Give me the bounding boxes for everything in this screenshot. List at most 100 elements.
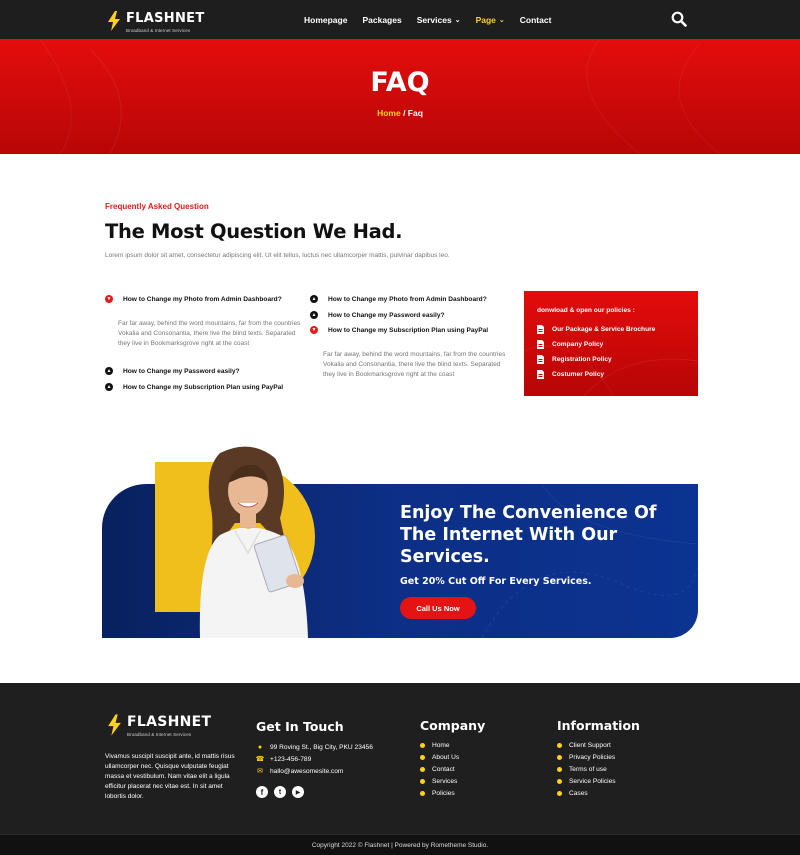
pdf-file-icon — [537, 325, 544, 334]
breadcrumb-home-link[interactable]: Home — [377, 108, 401, 118]
woman-with-tablet-illustration — [199, 446, 308, 638]
brand-tagline: Broadband & Internet Services — [126, 28, 191, 33]
envelope-icon: ✉ — [257, 768, 263, 775]
chevron-down-circle-icon: ▼ — [310, 326, 318, 334]
footer-link-label: Privacy Policies — [569, 754, 616, 761]
faq-question-label: How to Change my Photo from Admin Dashbo… — [328, 295, 487, 303]
policy-link-company[interactable]: Company Policy — [537, 340, 603, 349]
chevron-up-circle-icon: ▲ — [310, 311, 318, 319]
chevron-down-circle-icon: ▼ — [105, 295, 113, 303]
menu-item-services[interactable]: Services ⌄ — [417, 15, 461, 25]
footer-address: ● 99 Roving St., Big City, PKU 23456 — [256, 743, 373, 751]
menu-item-label: Page — [475, 14, 496, 25]
breadcrumb-current: Faq — [407, 108, 423, 118]
call-us-button[interactable]: Call Us Now — [400, 597, 476, 619]
faq-question-left-2[interactable]: ▲ How to Change my Password easily? — [105, 367, 240, 375]
policy-box-title: donwload & open our policies : — [537, 307, 635, 314]
menu-item-page[interactable]: Page ⌄ — [476, 15, 505, 25]
footer-email[interactable]: ✉ hallo@awesomesite.com — [256, 767, 344, 776]
chevron-down-icon: ⌄ — [498, 16, 505, 24]
bullet-dot — [557, 743, 562, 748]
footer-link-label: Contact — [432, 766, 455, 773]
location-pin-icon: ● — [257, 743, 263, 751]
footer-link-service-policies[interactable]: Service Policies — [557, 778, 616, 785]
bullet-dot — [420, 755, 425, 760]
bullet-dot — [557, 779, 562, 784]
faq-question-label: How to Change my Subscription Plan using… — [328, 326, 489, 334]
brand-name: FLASHNET — [126, 11, 205, 26]
footer-link-contact[interactable]: Contact — [420, 766, 455, 773]
menu-item-label: Homepage — [304, 14, 348, 25]
faq-answer-right-3: Far far away, behind the word mountains,… — [323, 351, 506, 378]
menu-item-label: Contact — [519, 14, 552, 25]
faq-question-label: How to Change my Password easily? — [123, 367, 240, 375]
footer-description: Vivamus suscipit suscipit ante, id matti… — [105, 753, 235, 800]
youtube-icon[interactable]: ▶ — [292, 786, 304, 798]
footer-link-policies[interactable]: Policies — [420, 790, 455, 797]
bullet-dot — [420, 767, 425, 772]
policy-link-label: Costumer Policy — [552, 371, 605, 378]
faq-question-right-3[interactable]: ▼ How to Change my Subscription Plan usi… — [310, 326, 488, 334]
faq-question-left-1[interactable]: ▼ How to Change my Photo from Admin Dash… — [105, 295, 282, 303]
section-eyebrow: Frequently Asked Question — [105, 202, 209, 211]
menu-item-packages[interactable]: Packages — [362, 15, 401, 25]
copyright-bar: Copyright 2022 © Flashnet | Powered by R… — [0, 834, 800, 855]
menu-item-label: Services — [416, 14, 452, 25]
brand-logo[interactable]: FLASHNET Broadband & Internet Services — [106, 9, 205, 33]
bullet-dot — [420, 743, 425, 748]
policy-link-label: Company Policy — [552, 341, 604, 348]
lightning-bolt-icon — [108, 11, 120, 31]
footer-link-cases[interactable]: Cases — [557, 790, 588, 797]
twitter-icon[interactable]: t — [274, 786, 286, 798]
footer-brand-name: FLASHNET — [127, 714, 212, 730]
footer-phone[interactable]: ☎ +123-456-789 — [255, 755, 312, 764]
facebook-icon[interactable]: f — [256, 786, 268, 798]
footer-link-label: Terms of use — [569, 766, 607, 773]
faq-question-label: How to Change my Photo from Admin Dashbo… — [123, 295, 282, 303]
footer-link-privacy[interactable]: Privacy Policies — [557, 754, 615, 761]
footer-link-home[interactable]: Home — [420, 742, 450, 749]
bullet-dot — [557, 791, 562, 796]
bullet-dot — [420, 779, 425, 784]
breadcrumb-separator: / — [400, 108, 408, 118]
chevron-up-circle-icon: ▲ — [310, 295, 318, 303]
footer-link-client-support[interactable]: Client Support — [557, 742, 611, 749]
menu-item-contact[interactable]: Contact — [520, 15, 552, 25]
pdf-file-icon — [537, 355, 544, 364]
footer-email-text: hallo@awesomesite.com — [270, 767, 344, 775]
chevron-up-circle-icon: ▲ — [105, 367, 113, 375]
faq-question-right-2[interactable]: ▲ How to Change my Password easily? — [310, 311, 445, 319]
policy-link-customer[interactable]: Costumer Policy — [537, 370, 604, 379]
footer-link-label: Cases — [569, 790, 588, 797]
menu-item-label: Packages — [362, 14, 402, 25]
footer-brand-logo[interactable]: FLASHNET Broadband & Internet Services — [106, 713, 211, 737]
faq-question-label: How to Change my Subscription Plan using… — [123, 383, 284, 391]
section-lead: Lorem ipsum dolor sit amet, consectetur … — [105, 252, 450, 259]
footer-brand-tagline: Broadband & Internet Services — [127, 732, 192, 737]
footer-link-label: Services — [432, 778, 458, 785]
footer-info-heading: Information — [557, 718, 640, 733]
footer-phone-text: +123-456-789 — [270, 755, 312, 763]
faq-question-right-1[interactable]: ▲ How to Change my Photo from Admin Dash… — [310, 295, 487, 303]
phone-icon: ☎ — [255, 756, 265, 763]
policy-download-box: donwload & open our policies : Our Packa… — [524, 291, 698, 396]
policy-link-label: Registration Policy — [552, 356, 612, 363]
chevron-down-icon: ⌄ — [454, 16, 461, 24]
footer-link-terms[interactable]: Terms of use — [557, 766, 607, 773]
search-icon[interactable] — [671, 11, 687, 27]
menu-item-homepage[interactable]: Homepage — [304, 15, 347, 25]
footer-link-label: Service Policies — [569, 778, 616, 785]
footer-company-heading: Company — [420, 718, 486, 733]
footer-link-label: Client Support — [569, 742, 611, 749]
bullet-dot — [557, 755, 562, 760]
footer-link-services[interactable]: Services — [420, 778, 457, 785]
policy-link-brochure[interactable]: Our Package & Service Brochure — [537, 325, 655, 334]
faq-question-left-3[interactable]: ▲ How to Change my Subscription Plan usi… — [105, 383, 283, 391]
footer-contact-heading: Get In Touch — [256, 719, 344, 734]
bullet-dot — [420, 791, 425, 796]
footer-link-about[interactable]: About Us — [420, 754, 459, 761]
faq-answer-left-1: Far far away, behind the word mountains,… — [118, 320, 301, 347]
cta-title: Enjoy The Convenience Of The Internet Wi… — [400, 503, 657, 567]
policy-link-registration[interactable]: Registration Policy — [537, 355, 612, 364]
chevron-up-circle-icon: ▲ — [105, 383, 113, 391]
